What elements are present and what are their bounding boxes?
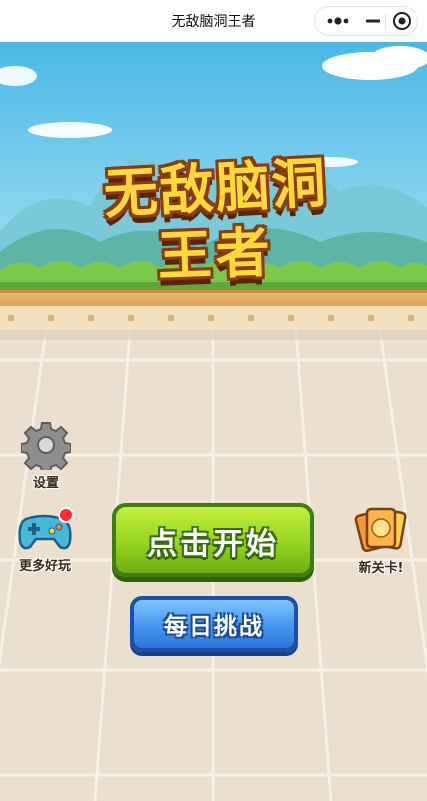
new-level-button[interactable]: 新关卡! <box>350 505 412 576</box>
wooden-fence <box>0 290 427 330</box>
fence-post <box>88 315 94 321</box>
fence-post <box>288 315 294 321</box>
daily-button-label: 每日挑战 <box>164 614 264 640</box>
game-title-logo: 无敌脑洞 王者 <box>78 138 353 288</box>
mini-program-titlebar: 无敌脑洞王者 <box>0 0 427 42</box>
more-dots-icon <box>327 17 348 25</box>
fence-post <box>368 315 374 321</box>
more-games-label: 更多好玩 <box>18 559 71 574</box>
minimize-icon <box>365 19 380 23</box>
minimize-button[interactable] <box>360 7 385 35</box>
gamepad-icon <box>18 507 74 550</box>
fence-post <box>128 315 134 321</box>
logo-text-line2: 王者 <box>156 220 275 289</box>
fence-post <box>408 315 414 321</box>
close-button[interactable] <box>386 7 418 35</box>
daily-challenge-button[interactable]: 每日挑战 <box>130 596 298 652</box>
settings-label: 设置 <box>32 476 59 491</box>
fence-post <box>248 315 254 321</box>
fence-post <box>328 315 334 321</box>
capsule-menu <box>314 6 418 36</box>
new-level-label: 新关卡! <box>358 561 404 576</box>
fence-post <box>8 315 14 321</box>
more-button[interactable] <box>315 7 360 35</box>
start-game-button[interactable]: 点击开始 <box>112 503 314 577</box>
close-circle-icon <box>393 12 411 30</box>
settings-button[interactable]: 设置 <box>18 420 74 491</box>
fence-post <box>168 315 174 321</box>
fence-post <box>48 315 54 321</box>
gear-icon <box>21 422 71 470</box>
start-button-label: 点击开始 <box>147 527 279 562</box>
more-games-button[interactable]: 更多好玩 <box>12 507 78 574</box>
fence-post <box>208 315 214 321</box>
level-cards-icon <box>354 507 407 553</box>
